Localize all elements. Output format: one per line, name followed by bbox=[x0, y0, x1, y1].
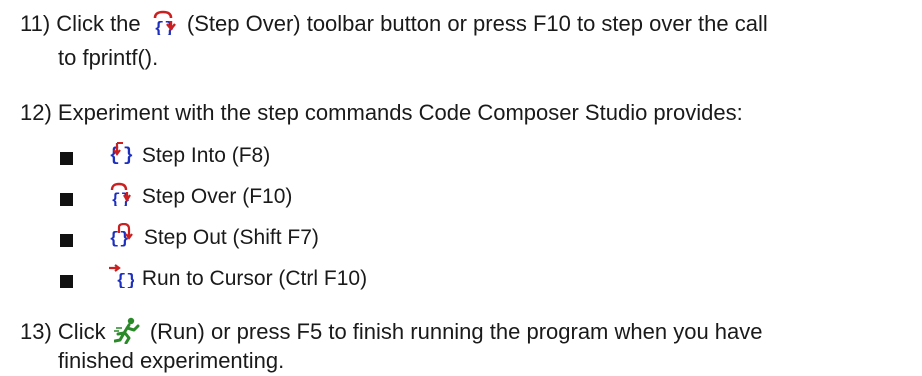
list-item-label: Step Over (F10) bbox=[141, 185, 293, 208]
step-13-line-1: 13) Click (Run) or press F5 to finish ru… bbox=[20, 316, 763, 345]
list-item-run-to-cursor: {} Run to Cursor (Ctrl F10) bbox=[106, 264, 367, 292]
step-13-number: 13) bbox=[20, 319, 52, 344]
list-item-step-over: {} Step Over (F10) bbox=[106, 182, 292, 210]
list-item-step-into: { } Step Into (F8) bbox=[106, 141, 270, 169]
step-13-line-2: finished experimenting. bbox=[58, 348, 285, 373]
run-to-cursor-icon: {} bbox=[109, 264, 134, 288]
step-over-icon: {} bbox=[153, 10, 176, 35]
step-over-icon: {} bbox=[110, 182, 131, 206]
bullet-marker bbox=[60, 275, 73, 288]
step-out-icon: {} bbox=[109, 223, 133, 247]
svg-text:{}: {} bbox=[116, 272, 134, 288]
step-12-line: 12) Experiment with the step commands Co… bbox=[20, 100, 743, 126]
step-12-text: Experiment with the step commands Code C… bbox=[57, 100, 743, 125]
list-item-label: Step Into (F8) bbox=[141, 144, 271, 167]
step-11-text-after-icon: (Step Over) toolbar button or press F10 … bbox=[186, 11, 768, 36]
svg-text:{: { bbox=[109, 146, 120, 165]
bullet-marker bbox=[60, 152, 73, 165]
list-item-label: Step Out (Shift F7) bbox=[143, 226, 319, 249]
step-11-text-before-icon: Click the bbox=[56, 11, 141, 36]
list-item-label: Run to Cursor (Ctrl F10) bbox=[141, 267, 368, 290]
step-13-text-after-icon: (Run) or press F5 to finish running the … bbox=[149, 319, 763, 344]
list-item-step-out: {} Step Out (Shift F7) bbox=[106, 223, 319, 251]
bullet-marker bbox=[60, 234, 73, 247]
step-11-number: 11) bbox=[20, 11, 51, 36]
step-11-line-2: to fprintf(). bbox=[58, 45, 159, 70]
step-13-text-before-icon: Click bbox=[57, 319, 106, 344]
step-into-icon: { } bbox=[109, 142, 134, 165]
step-12-number: 12) bbox=[20, 100, 52, 125]
bullet-marker bbox=[60, 193, 73, 206]
svg-text:}: } bbox=[123, 146, 134, 165]
run-icon bbox=[113, 317, 140, 344]
step-11-line-1: 11) Click the {} (Step Over) toolbar but… bbox=[20, 9, 768, 37]
